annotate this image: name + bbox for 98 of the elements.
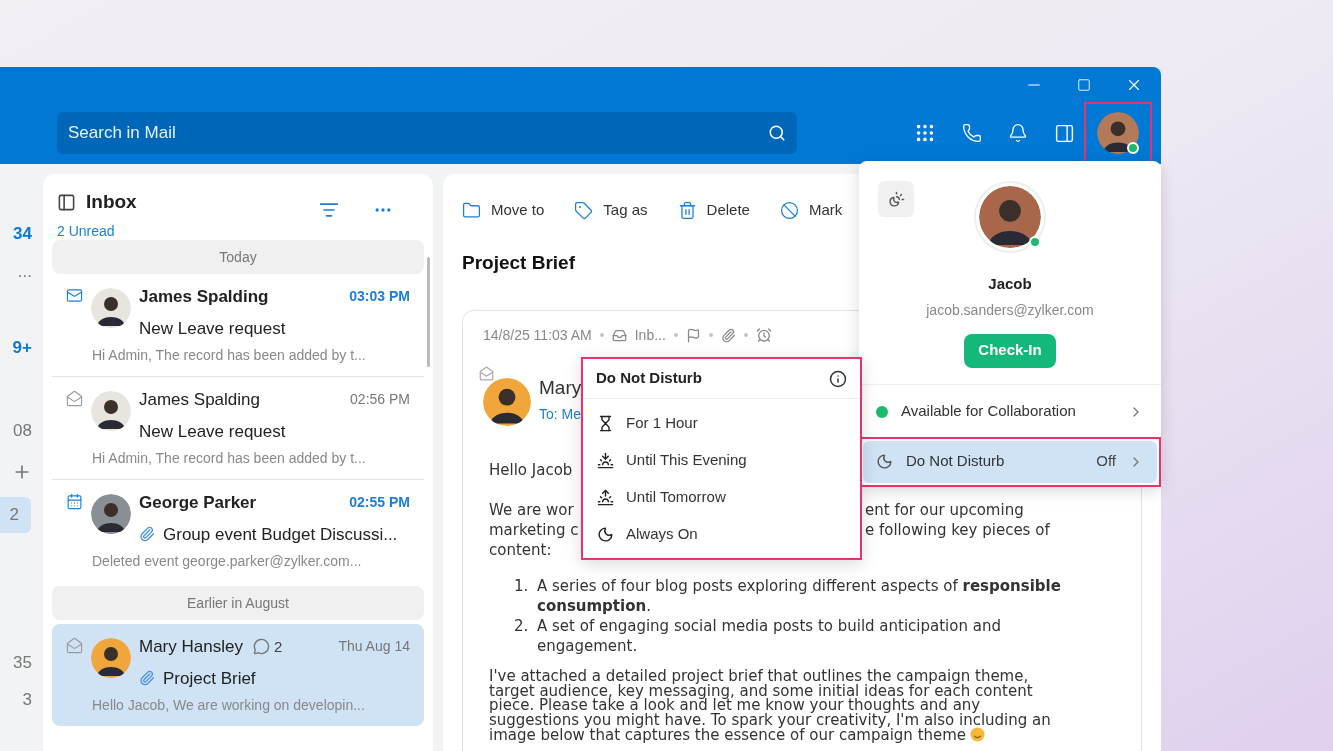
collapse-panel-icon[interactable]	[57, 192, 76, 212]
avatar	[1097, 112, 1139, 154]
unread-count[interactable]: 2 Unread	[57, 220, 137, 242]
bell-icon[interactable]	[1008, 123, 1028, 143]
toolbar-button[interactable]: Tag as	[574, 198, 648, 222]
avatar	[91, 494, 131, 534]
message-folder[interactable]: Inb...	[634, 324, 666, 346]
mail-subject: Project Brief	[163, 667, 256, 690]
list-item: A series of four blog posts exploring different aspects of responsible consumption.	[537, 576, 1062, 616]
mail-preview: Deleted event george.parker@zylker.com...	[92, 552, 363, 571]
moon-icon	[597, 526, 614, 543]
scrollbar[interactable]	[427, 257, 430, 367]
search-icon[interactable]	[768, 124, 786, 142]
list-number: 2.	[514, 616, 530, 637]
mail-row[interactable]: James Spalding 03:03 PM New Leave request Hi Admin, The record has been added by t...	[52, 274, 424, 377]
body-text: ent for our upcoming	[865, 500, 1024, 520]
body-text: e following key pieces of	[865, 520, 1050, 540]
avatar	[91, 638, 131, 678]
avatar	[483, 377, 531, 426]
profile-name: Jacob	[988, 274, 1032, 294]
toolbar-button[interactable]: Delete	[677, 198, 750, 222]
body-text: marketing c	[489, 521, 579, 539]
inbox-title: Inbox	[86, 190, 137, 214]
sender-name: Mary	[539, 375, 582, 400]
filter-icon[interactable]	[319, 200, 339, 220]
mail-preview: Hello Jacob, We are working on developin...	[92, 696, 366, 715]
greeting: Hello Jacob	[489, 459, 573, 481]
menu-item[interactable]: Until Tomorrow	[583, 479, 860, 516]
body-text: We are wor	[489, 501, 574, 519]
moon-icon	[876, 453, 893, 470]
comment-icon	[252, 638, 270, 656]
menu-item[interactable]: Until This Evening	[583, 442, 860, 479]
rail-count[interactable]: 35	[13, 650, 32, 676]
sunrise-icon	[597, 489, 614, 506]
sender-name: James Spalding	[139, 286, 269, 308]
body-text: content:	[489, 541, 552, 559]
circle-slash-icon	[779, 200, 799, 220]
mail-row[interactable]: Mary Hansley 2 Thu Aug 14 Project Brief Hello Jacob, We are working on developin...	[52, 624, 424, 726]
sender-name: James Spalding	[139, 389, 260, 411]
mail-time: 03:03 PM	[349, 287, 410, 307]
hourglass-icon	[597, 415, 614, 432]
message-date: 14/8/25 11:03 AM	[483, 325, 592, 345]
maximize-icon[interactable]	[1077, 77, 1091, 92]
rail-count[interactable]: ...	[17, 259, 32, 285]
brightness-icon	[887, 190, 905, 208]
alarm-clock-icon[interactable]	[755, 327, 772, 343]
rail-count[interactable]: 08	[13, 418, 32, 444]
menu-item[interactable]: Always On	[583, 516, 860, 553]
group-header: Today	[52, 240, 424, 274]
mail-time: 02:55 PM	[349, 493, 410, 513]
profile-email: jacob.sanders@zylker.com	[926, 300, 1094, 320]
dialpad-icon[interactable]	[914, 122, 936, 144]
mail-preview: Hi Admin, The record has been added by t...	[92, 346, 367, 365]
status-item[interactable]: Do Not Disturb Off	[863, 440, 1157, 483]
mail-subject: New Leave request	[139, 317, 286, 340]
theme-button[interactable]	[878, 181, 914, 217]
tag-icon	[574, 200, 594, 220]
folder-icon	[462, 200, 481, 220]
rail-count[interactable]: 3	[22, 687, 32, 713]
body-paragraph: I've attached a detailed project brief that outlines the campaign theme, target audience, key messaging, and some initial ideas for each content piece. Please take a look and let me know your thoughts and any suggestions you might have. To spark your creativity, I'm also including an image below that captures the essence of our campaign theme	[489, 669, 1052, 743]
status-item[interactable]: Available for Collaboration	[863, 390, 1157, 433]
avatar	[91, 391, 131, 431]
sunset-icon	[597, 452, 614, 469]
avatar	[979, 186, 1041, 248]
phone-icon[interactable]	[962, 123, 982, 143]
search-field[interactable]: Search in Mail	[57, 112, 797, 154]
paperclip-icon[interactable]	[720, 327, 736, 343]
mail-subject: New Leave request	[139, 420, 286, 443]
toolbar-button[interactable]: Move to	[462, 198, 545, 222]
mail-row[interactable]: James Spalding 02:56 PM New Leave request Hi Admin, The record has been added by t...	[52, 377, 424, 480]
trash-icon	[677, 200, 697, 220]
menu-title: Do Not Disturb	[596, 368, 702, 389]
inbox-icon	[611, 327, 627, 343]
mail-time: 02:56 PM	[350, 390, 410, 410]
sender-name: George Parker	[139, 492, 257, 514]
list-item: A set of engaging social media posts to build anticipation and engagement.	[537, 616, 1002, 656]
toolbar-button[interactable]: Mark	[779, 198, 843, 222]
avatar	[91, 288, 131, 328]
rail-count[interactable]: 9+	[12, 335, 32, 361]
status-value: Off	[1096, 451, 1116, 472]
sender-name: Mary Hansley	[139, 636, 243, 658]
info-icon[interactable]	[829, 369, 847, 388]
search-input[interactable]: Search in Mail	[68, 120, 768, 146]
rail-count[interactable]: 34	[13, 221, 32, 247]
mail-preview: Hi Admin, The record has been added by t...	[92, 449, 367, 468]
mail-time: Thu Aug 14	[338, 637, 410, 657]
panel-icon[interactable]	[1054, 122, 1075, 144]
comment-count: 2	[273, 636, 283, 657]
flag-icon[interactable]	[685, 327, 701, 343]
smiley-icon	[970, 727, 986, 742]
open-envelope-icon	[479, 365, 494, 381]
group-header: Earlier in August	[52, 586, 424, 620]
list-number: 1.	[514, 576, 530, 597]
menu-item[interactable]: For 1 Hour	[583, 405, 860, 442]
recipient[interactable]: To: Me	[539, 404, 582, 425]
message-subject: Project Brief	[462, 251, 576, 275]
mail-row[interactable]: George Parker 02:55 PM Group event Budget Discussi... Deleted event george.parker@zylker.com...	[52, 480, 424, 582]
mail-subject: Group event Budget Discussi...	[163, 523, 398, 546]
